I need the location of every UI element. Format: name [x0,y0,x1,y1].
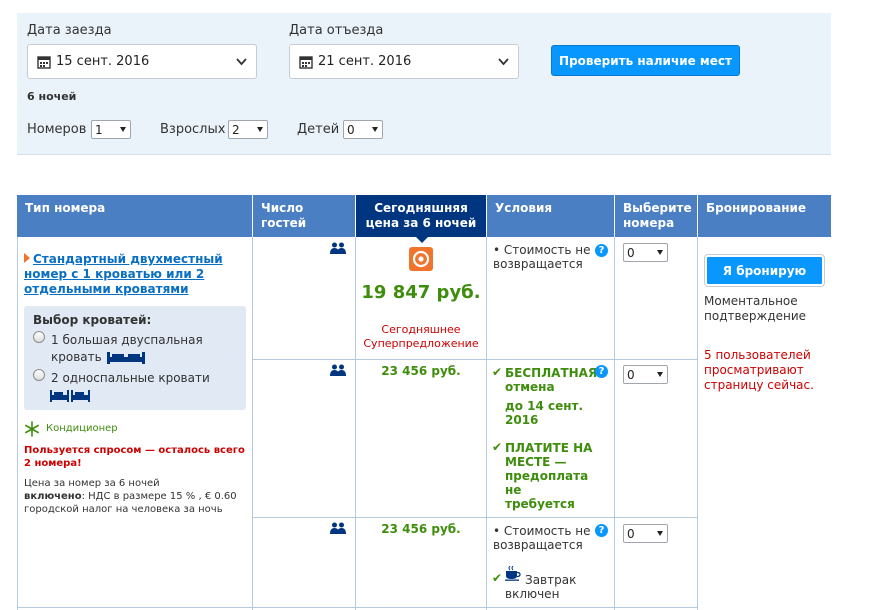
row2-price: 23 456 руб. [381,364,461,378]
calendar-icon [299,55,313,69]
high-demand-warning: Пользуется спросом — осталось всего 2 но… [24,445,245,469]
grid-line [697,237,698,610]
price-note-text: Цена за номер за 6 ночей [24,478,160,489]
two-guests-icon [330,242,346,254]
row1-condition-text: Стоимость не возвращается [493,243,591,271]
row1-qty-value: 0 [627,245,635,260]
two-guests-icon [330,364,346,376]
dropdown-arrow-icon [120,127,126,132]
header-booking: Бронирование [698,195,831,237]
nights-count: 6 ночей [27,90,77,103]
deal-badge-icon [409,247,433,271]
bed-option-1-radio[interactable] [33,331,45,343]
row1-qty-select[interactable]: 0 [623,243,668,262]
info-question-icon[interactable]: ? [595,244,608,257]
children-value: 0 [347,122,355,137]
row3-breakfast-text: Завтрак включен [505,573,577,601]
bed-option-2-label: 2 односпальные кровати [51,371,210,385]
viewers-notice: 5 пользователей просматривают страницу с… [704,348,814,392]
amenity-label: Кондиционер [46,423,118,434]
room-name-link[interactable]: Стандартный двухместный номер с 1 кроват… [24,252,249,297]
row3-qty-value: 0 [627,526,635,541]
price-note: Цена за номер за 6 ночей включено: НДС в… [24,477,248,516]
row1-condition: • Стоимость не возвращается [493,243,591,271]
header-price: Сегодняшняя цена за 6 ночей [356,195,487,243]
bed-choice-title: Выбор кроватей: [33,313,152,327]
adults-value: 2 [232,122,240,137]
triangle-right-icon [24,253,30,263]
rooms-value: 1 [95,122,103,137]
two-guests-icon [330,522,346,534]
row2-free-cancel: БЕСПЛАТНАЯ отмена [505,366,598,394]
dropdown-arrow-icon [372,127,378,132]
snowflake-icon [25,421,39,437]
dropdown-arrow-icon [657,531,663,536]
row-divider [253,517,697,518]
header-select-rooms: Выберите номера [615,195,698,237]
grid-line [486,237,487,610]
calendar-icon [37,55,51,69]
checkin-date-value: 15 сент. 2016 [56,54,150,69]
checkin-date-select[interactable]: 15 сент. 2016 [27,44,257,79]
row1-price: 19 847 руб. [361,282,481,303]
book-now-button[interactable]: Я бронирую [705,255,824,286]
checkmark-icon: ✔ [492,571,503,585]
header-conditions: Условия [487,195,615,237]
grid-line [252,237,253,610]
instant-confirmation: Моментальное подтверждение [704,294,807,323]
room-name: Стандартный двухместный номер с 1 кроват… [24,252,223,296]
dropdown-arrow-icon [657,250,663,255]
checkmark-icon: ✔ [492,365,503,379]
row2-cancel-until: до 14 сент. 2016 [505,399,584,427]
header-room-type: Тип номера [17,195,253,237]
rooms-label: Номеров [27,122,87,137]
checkin-label: Дата заезда [27,23,112,38]
row1-deal-label: Сегодняшнее Суперпредложение [363,323,479,350]
grid-line [614,237,615,610]
chevron-down-icon [498,58,509,66]
checkout-date-select[interactable]: 21 сент. 2016 [289,44,519,79]
children-select[interactable]: 0 [343,120,383,139]
info-question-icon[interactable]: ? [595,524,608,537]
row2-pay-at-hotel: ПЛАТИТЕ НА МЕСТЕ — предоплата не требует… [505,441,593,511]
bed-option-2-radio[interactable] [33,369,45,381]
bed-option-1[interactable]: 1 большая двуспальная кровать [51,332,221,366]
header-guests: Число гостей [253,195,356,237]
checkout-label: Дата отъезда [289,23,384,38]
row3-condition-text: Стоимость не возвращается [493,524,591,552]
adults-label: Взрослых [160,122,226,137]
checkmark-icon: ✔ [492,440,503,454]
dropdown-arrow-icon [257,127,263,132]
search-panel [17,13,831,155]
row-divider [253,359,697,360]
single-beds-icon [50,389,90,402]
row3-price: 23 456 руб. [381,522,461,536]
check-availability-button[interactable]: Проверить наличие мест [551,45,740,76]
bed-option-2[interactable]: 2 односпальные кровати [50,370,221,404]
grid-line [17,237,18,610]
chevron-down-icon [236,58,247,66]
row2-qty-value: 0 [627,367,635,382]
info-question-icon[interactable]: ? [595,365,608,378]
row2-qty-select[interactable]: 0 [623,365,668,384]
double-bed-icon [106,351,145,364]
row-divider [17,607,698,608]
children-label: Детей [297,122,340,137]
dropdown-arrow-icon [657,372,663,377]
checkout-date-value: 21 сент. 2016 [318,54,412,69]
row3-condition: • Стоимость не возвращается [493,524,591,552]
included-label: включено [24,491,82,502]
row3-breakfast-link[interactable]: Завтрак включен [505,573,580,601]
adults-select[interactable]: 2 [228,120,268,139]
row3-qty-select[interactable]: 0 [623,524,668,543]
rooms-select[interactable]: 1 [91,120,131,139]
